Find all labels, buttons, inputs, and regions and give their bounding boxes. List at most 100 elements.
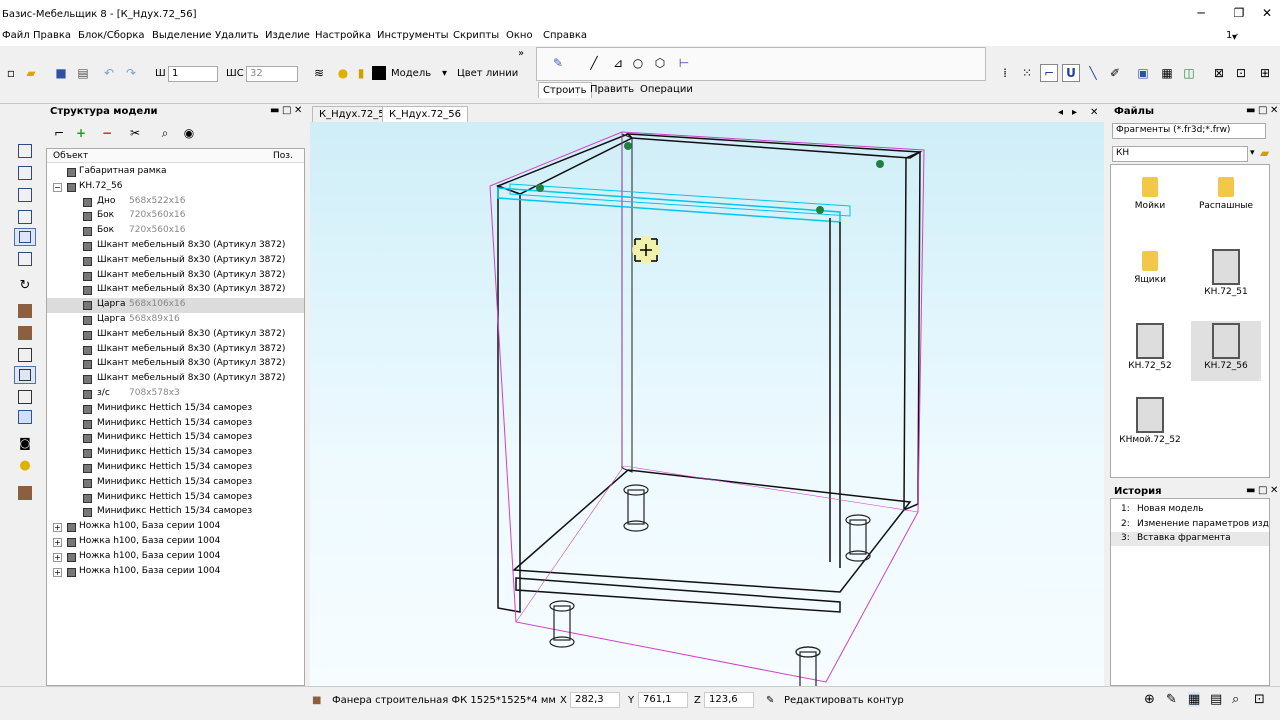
history-item[interactable]: 1: Новая модель [1111,503,1269,517]
tree-row[interactable]: Шкант мебельный 8x30 (Артикул 3872) [47,328,304,343]
tree-row[interactable]: Минификс Hettich 15/34 саморез [47,431,304,446]
menu-delete[interactable]: Удалить [215,30,259,41]
layers-icon[interactable]: ≋ [310,64,328,82]
menu-select[interactable]: Выделение [152,30,212,41]
panel-maximize-icon[interactable]: □ [1258,105,1267,116]
tree-view-icon[interactable]: ◉ [180,124,198,142]
cut-tool-icon[interactable] [14,324,36,342]
tree-expander-icon[interactable]: − [53,182,62,192]
tree-row[interactable]: Шкант мебельный 8x30 (Артикул 3872) [47,372,304,387]
overflow-icon[interactable]: » [518,48,524,59]
layout-icon[interactable] [14,408,36,426]
tab-prev-icon[interactable]: ◂ [1058,107,1063,118]
tree-cursor-icon[interactable]: ⌐ [50,124,68,142]
tree-row[interactable]: Габаритная рамка [47,165,304,180]
panel-tool-icon[interactable] [14,164,36,182]
view-settings-icon[interactable]: ▦ [1158,64,1176,82]
file-item[interactable]: Распашные [1191,173,1261,233]
open-folder-icon[interactable]: ▰ [22,64,40,82]
measure-icon[interactable]: ✐ [1106,64,1124,82]
tree-row[interactable]: Минификс Hettich 15/34 саморез [47,461,304,476]
tree-row[interactable]: Минификс Hettich 15/34 саморез [47,417,304,432]
zoom-window-icon[interactable]: ⊡ [1232,64,1250,82]
line-tool-icon[interactable]: ╱ [585,54,603,72]
tree-expander-icon[interactable]: + [53,538,62,547]
zoom-all-icon[interactable]: ⊠ [1210,64,1228,82]
menu-help[interactable]: Справка [543,30,587,41]
box-tool-icon[interactable] [14,142,36,160]
files-search-input[interactable]: КН [1112,146,1248,162]
file-item[interactable]: Ящики [1115,247,1185,307]
tree-row[interactable]: Минификс Hettich 15/34 саморез [47,446,304,461]
tree-remove-icon[interactable]: − [98,124,116,142]
file-item[interactable]: КН.72_56 [1191,321,1261,381]
undo-icon[interactable]: ↶ [100,64,118,82]
restore-icon[interactable]: ❐ [1224,6,1254,20]
tab-close-icon[interactable]: ✕ [1090,107,1098,118]
line-color-label[interactable]: Цвет линии [457,68,518,79]
zoom-icon[interactable]: ⊞ [1256,64,1274,82]
tree-row[interactable]: Шкант мебельный 8x30 (Артикул 3872) [47,357,304,372]
save-icon[interactable]: ■ [52,64,70,82]
close-icon[interactable]: ✕ [1252,6,1280,20]
menu-edit[interactable]: Правка [33,30,71,41]
color-swatch[interactable] [372,66,386,80]
tree-row[interactable]: Дно 568x522x16 [47,195,304,210]
edit-mode-icon[interactable]: ✎ [1166,692,1177,707]
panel-close-icon[interactable]: ✕ [1270,485,1278,496]
wire-cube-icon[interactable] [14,346,36,364]
lock-icon[interactable]: ▮ [352,64,370,82]
panel-maximize-icon[interactable]: □ [1258,485,1267,496]
angle-tool-icon[interactable]: ⊿ [609,54,627,72]
material-cube-icon[interactable] [14,484,36,502]
frame-tool-icon[interactable] [14,186,36,204]
grid-icon[interactable]: ⁙ [1018,64,1036,82]
menu-product[interactable]: Изделие [265,30,310,41]
tree-row[interactable]: Шкант мебельный 8x30 (Артикул 3872) [47,343,304,358]
tree-row[interactable]: + Ножка h100, База серии 1004 [47,550,304,565]
model-label[interactable]: Модель [391,68,431,79]
panel-maximize-icon[interactable]: □ [282,105,291,116]
panel-close-icon[interactable]: ✕ [294,105,302,116]
tab-build[interactable]: Строить [538,82,592,98]
zoom-icon[interactable]: ⌕ [1232,692,1239,707]
circle-tool-icon[interactable]: ○ [629,54,647,72]
build-cursor-icon[interactable]: ✎ [549,54,567,72]
panel-close-icon[interactable]: ✕ [1270,105,1278,116]
tab-next-icon[interactable]: ▸ [1072,107,1077,118]
select-tool-icon[interactable] [14,228,36,246]
tree-row[interactable]: з/с 708x578x3 [47,387,304,402]
angle-snap-icon[interactable]: ⌐ [1040,64,1058,82]
panel-minimize-icon[interactable]: ▬ [270,105,279,116]
tree-row[interactable]: Бок 720x560x16 [47,209,304,224]
menu-window[interactable]: Окно [506,30,533,41]
tree-expander-icon[interactable]: + [53,552,62,562]
tab-edit[interactable]: Править [586,82,638,98]
tree-row[interactable]: Шкант мебельный 8x30 (Артикул 3872) [47,254,304,269]
light-icon[interactable]: ● [14,456,36,474]
tree-expander-icon[interactable]: + [53,523,62,533]
tree-row[interactable]: Минификс Hettich 15/34 саморез [47,476,304,491]
line-width-select[interactable]: 1 [168,66,218,82]
wireframe-mode-icon[interactable] [14,366,36,384]
lightbulb-icon[interactable]: ● [334,64,352,82]
history-item[interactable]: 2: Изменение параметров изделия [1111,518,1269,532]
cube-tool-icon[interactable] [14,208,36,226]
tree-search-icon[interactable]: ⌕ [156,124,174,142]
tree-row[interactable]: Шкант мебельный 8x30 (Артикул 3872) [47,269,304,284]
new-icon[interactable]: ▫ [2,64,20,82]
chevron-down-icon[interactable]: ▾ [1232,32,1237,43]
z-coord-field[interactable]: 123,6 [704,692,754,708]
history-item[interactable]: 3: Вставка фрагмента [1111,532,1269,546]
tree-row[interactable]: Минификс Hettich 15/34 саморез [47,505,304,520]
folder-up-icon[interactable]: ▰ [1260,146,1269,160]
3d-view-icon[interactable]: ◫ [1180,64,1198,82]
file-item[interactable]: КНмой.72_52 [1115,395,1185,455]
dimension-tool-icon[interactable]: ⊢ [675,54,693,72]
tree-row[interactable]: − КН.72_56 [47,180,304,195]
shs-select[interactable]: 32 [246,66,298,82]
menu-scripts[interactable]: Скрипты [453,30,499,41]
tree-tools-icon[interactable]: ✂ [126,124,144,142]
tree-row[interactable]: Царга 568x106x16 [47,298,304,314]
render-icon[interactable]: ▣ [1134,64,1152,82]
